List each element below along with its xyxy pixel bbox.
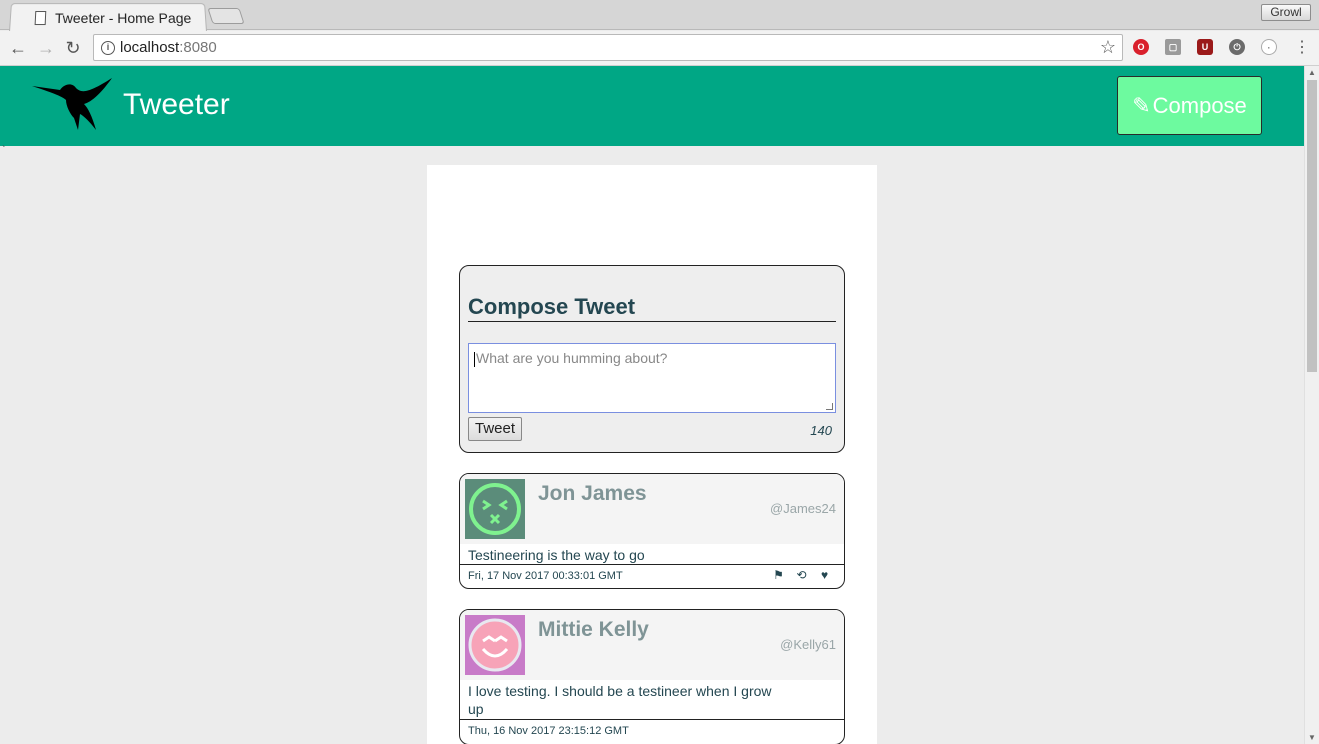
- brand-title: Tweeter: [123, 88, 230, 122]
- tweet-author-handle: @Kelly61: [780, 637, 836, 652]
- edit-icon: ✎: [1132, 93, 1150, 118]
- main-container: Compose Tweet What are you humming about…: [427, 165, 877, 744]
- tab-title: Tweeter - Home Page: [55, 10, 216, 26]
- resize-handle[interactable]: [826, 403, 833, 410]
- avatar: [465, 615, 525, 675]
- compose-tweet-section: Compose Tweet What are you humming about…: [459, 265, 845, 453]
- character-counter: 140: [810, 423, 832, 438]
- bookmark-star-icon[interactable]: ☆: [1100, 37, 1116, 58]
- extension-circle-icon[interactable]: ·: [1261, 39, 1277, 55]
- tweet-footer: Thu, 16 Nov 2017 23:15:12 GMT: [460, 719, 844, 743]
- info-icon[interactable]: i: [101, 41, 115, 55]
- text-caret: [474, 352, 475, 367]
- tweet-author-name: Mittie Kelly: [538, 618, 649, 642]
- reload-icon[interactable]: ↻: [62, 37, 84, 59]
- hummingbird-logo-icon: [30, 74, 114, 134]
- tweet-actions: ⚑ ⟲ ♥: [771, 568, 832, 583]
- growl-button[interactable]: Growl: [1261, 4, 1311, 21]
- page-scrollbar[interactable]: ▲ ▼: [1304, 66, 1319, 744]
- textarea-placeholder: What are you humming about?: [476, 350, 667, 366]
- power-icon[interactable]: ⏻: [1229, 39, 1245, 55]
- back-arrow-icon[interactable]: ←: [7, 37, 29, 59]
- dev-extension-icon[interactable]: ▢: [1165, 39, 1181, 55]
- new-tab-button[interactable]: [207, 8, 244, 24]
- tweet-content: I love testing. I should be a testineer …: [468, 682, 778, 718]
- browser-tabstrip: Tweeter - Home Page Growl: [0, 0, 1319, 30]
- tweet-header: Mittie Kelly @Kelly61: [460, 610, 844, 680]
- stray-mark: `: [2, 145, 5, 156]
- tweet-content: Testineering is the way to go: [468, 546, 788, 564]
- tweet-card: Mittie Kelly @Kelly61 I love testing. I …: [459, 609, 845, 744]
- tweet-author-name: Jon James: [538, 482, 647, 506]
- compose-toggle-button[interactable]: ✎Compose: [1117, 76, 1262, 135]
- tweet-card: Jon James @James24 Testineering is the w…: [459, 473, 845, 589]
- avatar: [465, 479, 525, 539]
- scroll-thumb[interactable]: [1307, 80, 1317, 372]
- app-header: Tweeter ✎Compose: [0, 66, 1304, 146]
- page-icon: [35, 11, 47, 25]
- retweet-icon[interactable]: ⟲: [794, 568, 809, 583]
- menu-dots-icon[interactable]: ⋮: [1291, 37, 1313, 59]
- tweet-date: Fri, 17 Nov 2017 00:33:01 GMT: [468, 570, 623, 582]
- tweet-footer: Fri, 17 Nov 2017 00:33:01 GMT ⚑ ⟲ ♥: [460, 564, 844, 588]
- browser-toolbar: ← → ↻ i localhost:8080 ☆ O ▢ U ⏻ · ⋮: [0, 31, 1319, 66]
- ublock-icon[interactable]: U: [1197, 39, 1213, 55]
- browser-tab[interactable]: Tweeter - Home Page: [9, 3, 207, 31]
- opera-extension-icon[interactable]: O: [1133, 39, 1149, 55]
- tweet-textarea[interactable]: What are you humming about?: [468, 343, 836, 413]
- flag-icon[interactable]: ⚑: [771, 568, 786, 583]
- url-text: localhost:8080: [120, 39, 217, 56]
- scroll-up-arrow-icon[interactable]: ▲: [1308, 68, 1316, 77]
- address-bar[interactable]: i localhost:8080 ☆: [93, 34, 1123, 61]
- tweet-author-handle: @James24: [770, 501, 836, 516]
- scroll-down-arrow-icon[interactable]: ▼: [1308, 733, 1316, 742]
- tweet-submit-button[interactable]: Tweet: [468, 417, 522, 441]
- tweet-header: Jon James @James24: [460, 474, 844, 544]
- heart-icon[interactable]: ♥: [817, 568, 832, 583]
- forward-arrow-icon[interactable]: →: [35, 37, 57, 59]
- compose-title: Compose Tweet: [468, 294, 836, 322]
- tweet-date: Thu, 16 Nov 2017 23:15:12 GMT: [468, 725, 629, 737]
